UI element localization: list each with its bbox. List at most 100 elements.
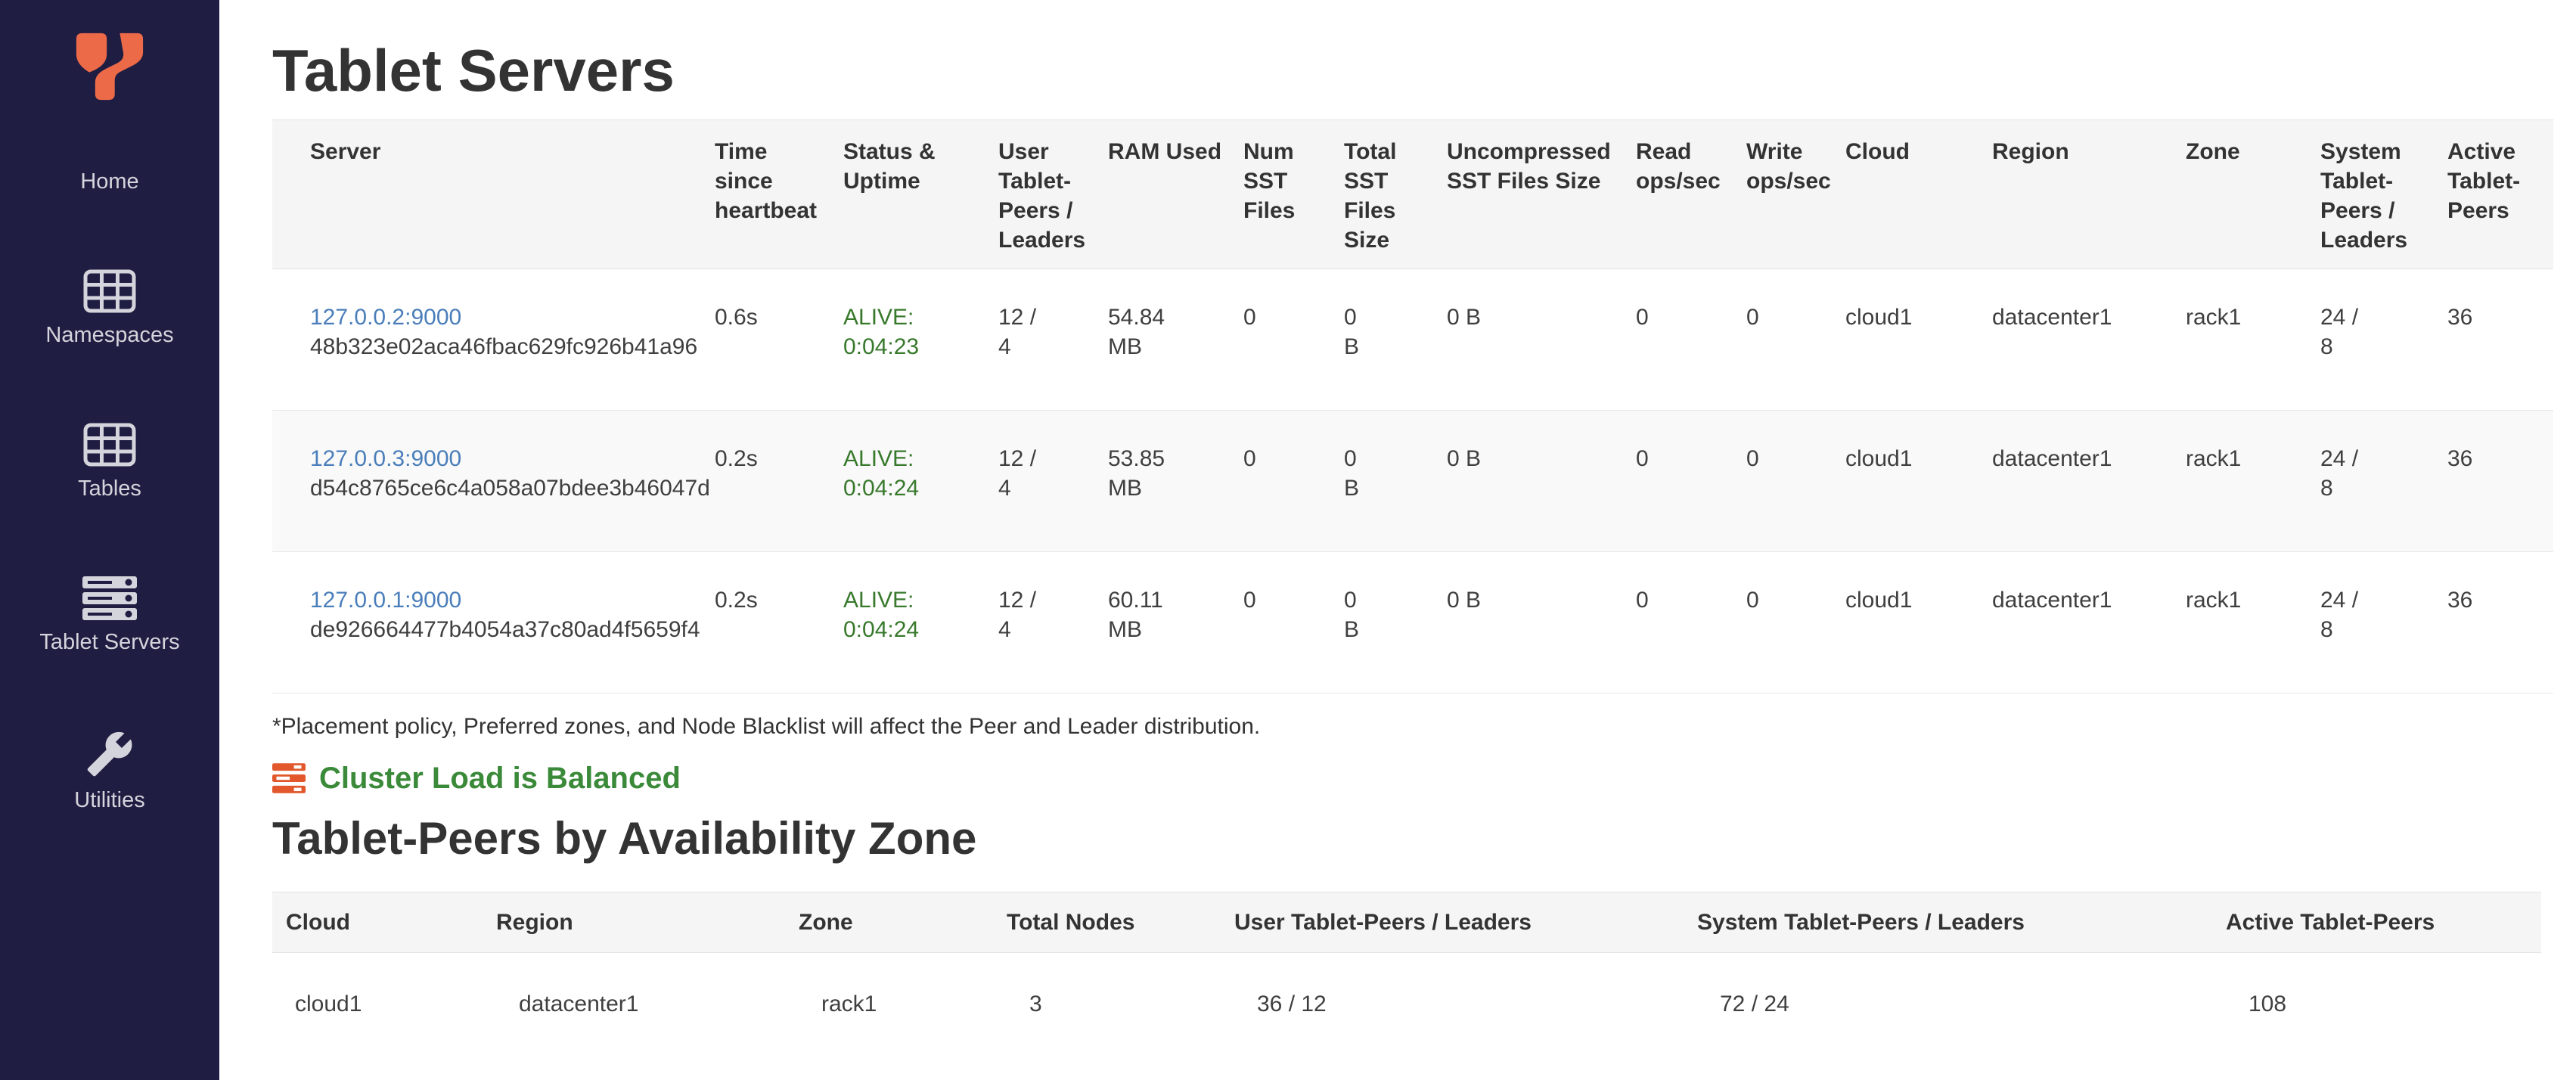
cell-read-ops: 0	[1636, 552, 1746, 694]
col-cloud: Cloud	[1845, 120, 1992, 269]
cell-write-ops: 0	[1746, 269, 1845, 411]
main-content: Tablet Servers Server Time since heartbe…	[219, 38, 2576, 1066]
placement-footnote: *Placement policy, Preferred zones, and …	[272, 712, 2559, 741]
server-link[interactable]: 127.0.0.1:9000	[310, 585, 697, 615]
cell-system-peers: 24 / 8	[2320, 269, 2447, 411]
col-num-sst: Num SST Files	[1243, 120, 1344, 269]
cell-status: ALIVE: 0:04:24	[843, 411, 998, 552]
table-row: cloud1 datacenter1 rack1 3 36 / 12 72 / …	[272, 953, 2541, 1066]
cell-user-peers: 12 / 4	[998, 269, 1108, 411]
col-region: Region	[496, 892, 799, 953]
col-user-peers: User Tablet-Peers / Leaders	[998, 120, 1108, 269]
cell-cloud: cloud1	[1845, 411, 1992, 552]
cell-num-sst: 0	[1243, 411, 1344, 552]
table-row: 127.0.0.1:9000 de926664477b4054a37c80ad4…	[272, 552, 2553, 694]
cluster-load-status-text: Cluster Load is Balanced	[319, 761, 681, 796]
server-link[interactable]: 127.0.0.2:9000	[310, 303, 697, 332]
cell-user-peers: 12 / 4	[998, 411, 1108, 552]
yugabyte-logo-icon[interactable]	[75, 32, 144, 105]
cell-server: 127.0.0.2:9000 48b323e02aca46fbac629fc92…	[272, 269, 715, 411]
sidebar-item-label: Home	[80, 167, 138, 197]
table-row: 127.0.0.3:9000 d54c8765ce6c4a058a07bdee3…	[272, 411, 2553, 552]
zones-table-header-row: Cloud Region Zone Total Nodes User Table…	[272, 892, 2541, 953]
tablet-servers-table: Server Time since heartbeat Status & Upt…	[272, 119, 2553, 694]
table-row: 127.0.0.2:9000 48b323e02aca46fbac629fc92…	[272, 269, 2553, 411]
cell-system-peers: 72 / 24	[1697, 953, 2226, 1066]
cell-ram: 53.85 MB	[1108, 411, 1243, 552]
cell-status: ALIVE: 0:04:24	[843, 552, 998, 694]
col-status: Status & Uptime	[843, 120, 998, 269]
cell-user-peers: 12 / 4	[998, 552, 1108, 694]
cell-uncompressed-sst: 0 B	[1447, 552, 1636, 694]
col-uncompressed-sst: Uncompressed SST Files Size	[1447, 120, 1636, 269]
cell-total-sst: 0 B	[1344, 552, 1447, 694]
wrench-icon	[85, 730, 134, 778]
server-link[interactable]: 127.0.0.3:9000	[310, 444, 697, 473]
cluster-load-status: Cluster Load is Balanced	[272, 761, 2559, 796]
sidebar-item-namespaces[interactable]: Namespaces	[45, 269, 173, 350]
cell-heartbeat: 0.2s	[715, 552, 843, 694]
cell-total-sst: 0 B	[1344, 269, 1447, 411]
cell-num-sst: 0	[1243, 552, 1344, 694]
cell-active-peers: 36	[2447, 411, 2553, 552]
cell-system-peers: 24 / 8	[2320, 552, 2447, 694]
cell-heartbeat: 0.6s	[715, 269, 843, 411]
cell-total-sst: 0 B	[1344, 411, 1447, 552]
page-title: Tablet Servers	[272, 38, 2559, 103]
cell-zone: rack1	[2186, 552, 2320, 694]
sidebar: Home Namespaces	[0, 0, 219, 1080]
cell-heartbeat: 0.2s	[715, 411, 843, 552]
cell-write-ops: 0	[1746, 411, 1845, 552]
cell-region: datacenter1	[1992, 269, 2186, 411]
col-write-ops: Write ops/sec	[1746, 120, 1845, 269]
col-total-nodes: Total Nodes	[1007, 892, 1234, 953]
cell-num-sst: 0	[1243, 269, 1344, 411]
sidebar-nav: Home Namespaces	[0, 167, 219, 888]
col-server: Server	[272, 120, 715, 269]
cell-region: datacenter1	[1992, 552, 2186, 694]
tablet-peers-by-zone-table: Cloud Region Zone Total Nodes User Table…	[272, 892, 2541, 1066]
cell-user-peers: 36 / 12	[1234, 953, 1697, 1066]
cell-server: 127.0.0.1:9000 de926664477b4054a37c80ad4…	[272, 552, 715, 694]
col-cloud: Cloud	[272, 892, 496, 953]
cell-ram: 60.11 MB	[1108, 552, 1243, 694]
cell-status: ALIVE: 0:04:23	[843, 269, 998, 411]
col-zone: Zone	[799, 892, 1007, 953]
col-ram: RAM Used	[1108, 120, 1243, 269]
sidebar-item-tables[interactable]: Tables	[78, 423, 141, 504]
table-grid-icon	[83, 269, 136, 313]
col-read-ops: Read ops/sec	[1636, 120, 1746, 269]
server-stack-icon	[82, 576, 137, 620]
sidebar-item-utilities[interactable]: Utilities	[74, 730, 144, 815]
col-heartbeat: Time since heartbeat	[715, 120, 843, 269]
col-system-peers: System Tablet-Peers / Leaders	[1697, 892, 2226, 953]
server-uuid: d54c8765ce6c4a058a07bdee3b46047d	[310, 473, 697, 503]
server-uuid: 48b323e02aca46fbac629fc926b41a96	[310, 332, 697, 362]
cell-zone: rack1	[799, 953, 1007, 1066]
cell-cloud: cloud1	[1845, 552, 1992, 694]
status-badge: ALIVE: 0:04:24	[843, 446, 919, 501]
cell-zone: rack1	[2186, 411, 2320, 552]
cell-total-nodes: 3	[1007, 953, 1234, 1066]
status-badge: ALIVE: 0:04:23	[843, 305, 919, 359]
cell-uncompressed-sst: 0 B	[1447, 269, 1636, 411]
cell-zone: rack1	[2186, 269, 2320, 411]
cell-region: datacenter1	[496, 953, 799, 1066]
cell-read-ops: 0	[1636, 411, 1746, 552]
cell-cloud: cloud1	[272, 953, 496, 1066]
sidebar-item-label: Tablet Servers	[39, 628, 179, 657]
col-system-peers: System Tablet-Peers / Leaders	[2320, 120, 2447, 269]
sidebar-item-label: Namespaces	[45, 321, 173, 350]
sidebar-item-tablet-servers[interactable]: Tablet Servers	[39, 576, 179, 657]
sidebar-item-home[interactable]: Home	[80, 167, 138, 197]
cell-system-peers: 24 / 8	[2320, 411, 2447, 552]
status-badge: ALIVE: 0:04:24	[843, 588, 919, 642]
sidebar-item-label: Tables	[78, 474, 141, 504]
cell-cloud: cloud1	[1845, 269, 1992, 411]
sidebar-item-label: Utilities	[74, 786, 144, 815]
server-stack-icon	[272, 763, 306, 793]
cell-region: datacenter1	[1992, 411, 2186, 552]
col-region: Region	[1992, 120, 2186, 269]
cell-read-ops: 0	[1636, 269, 1746, 411]
cell-active-peers: 36	[2447, 269, 2553, 411]
